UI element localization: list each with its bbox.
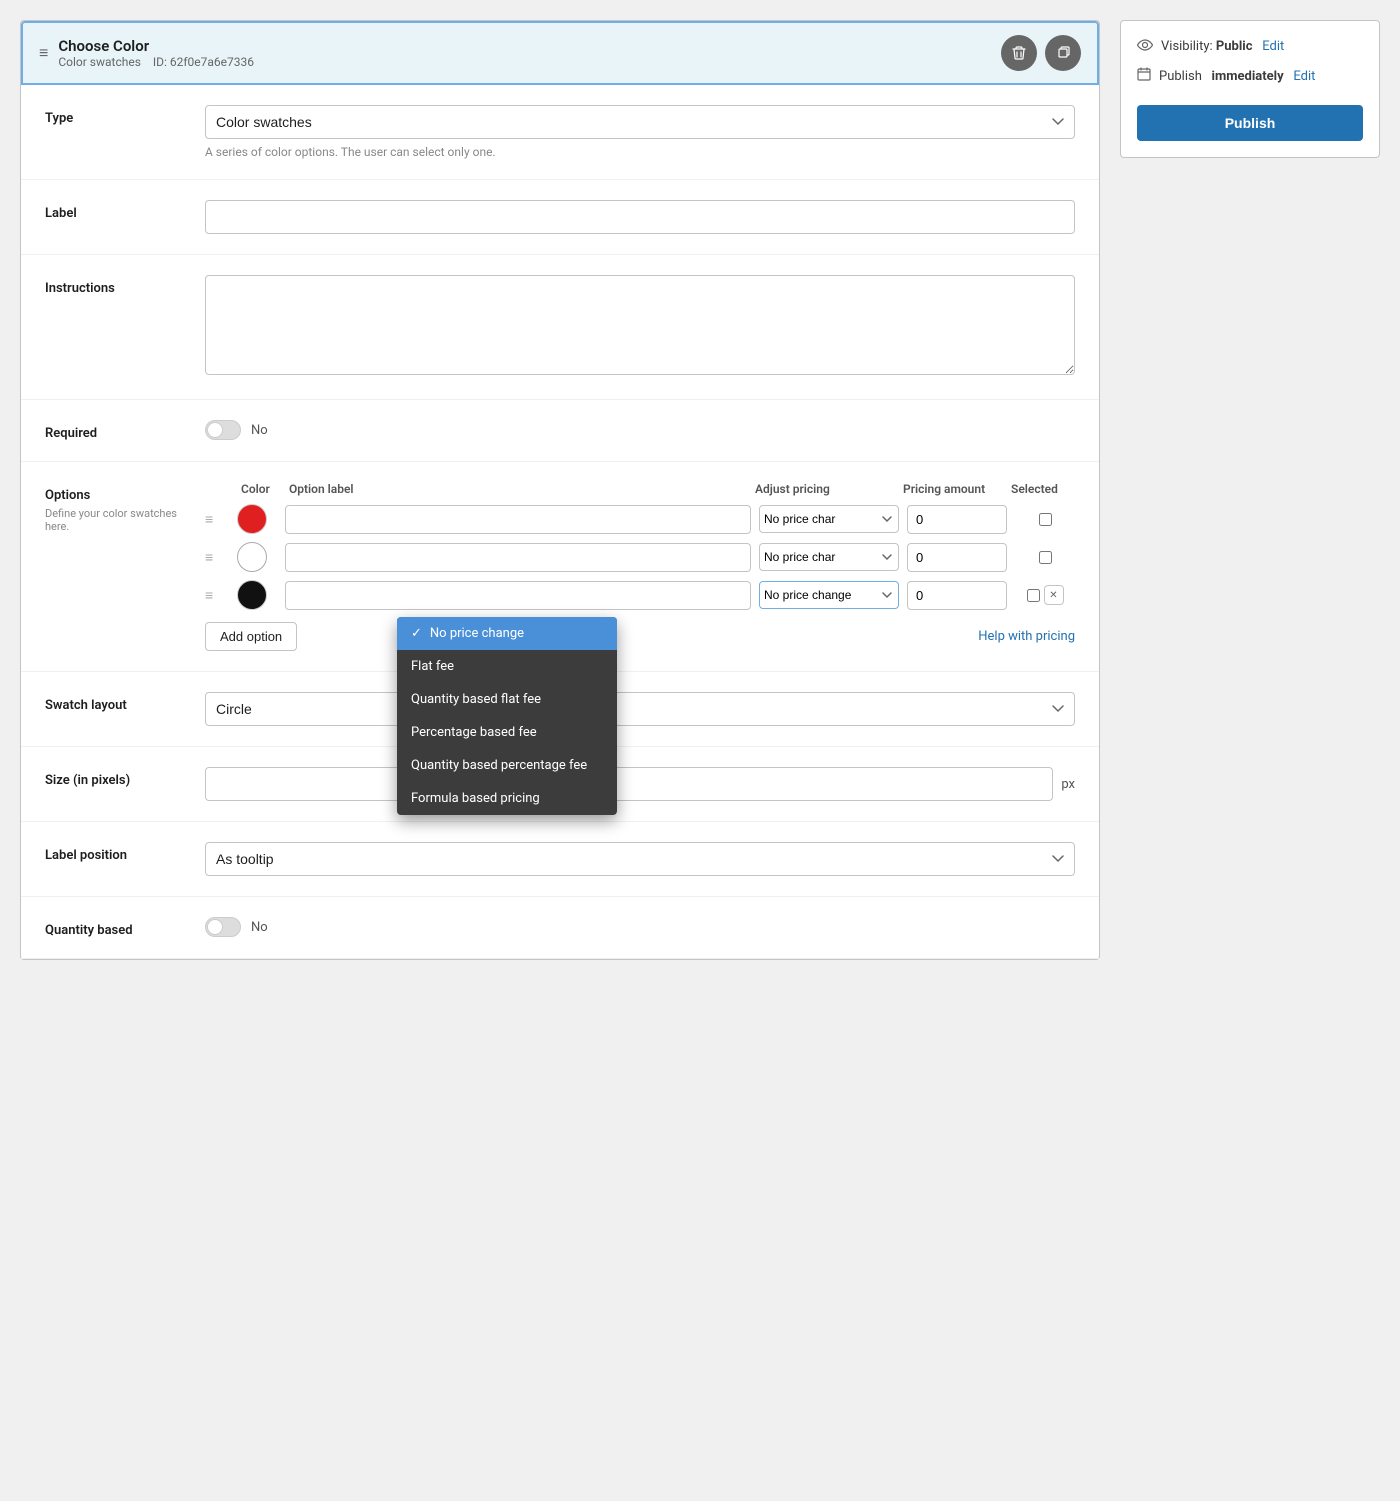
label-position-control: As tooltip xyxy=(205,842,1075,876)
publish-button[interactable]: Publish xyxy=(1137,105,1363,141)
quantity-based-control: No xyxy=(205,917,1075,937)
options-control: Color Option label Adjust pricing Pricin… xyxy=(205,482,1075,651)
type-hint: A series of color options. The user can … xyxy=(205,145,1075,159)
size-input[interactable]: 30 xyxy=(205,767,1053,801)
publish-timing-label: Publish immediately Edit xyxy=(1159,69,1315,84)
options-hint: Define your color swatches here. xyxy=(45,507,185,533)
options-header: Color Option label Adjust pricing Pricin… xyxy=(205,482,1075,496)
dropdown-item-formula[interactable]: Formula based pricing xyxy=(397,782,617,815)
pricing-select-3[interactable]: No price change xyxy=(759,581,899,609)
size-unit: px xyxy=(1061,777,1075,792)
duplicate-button[interactable] xyxy=(1045,35,1081,71)
label-position-select[interactable]: As tooltip xyxy=(205,842,1075,876)
options-row: Options Define your color swatches here.… xyxy=(21,462,1099,672)
swatch-layout-label: Swatch layout xyxy=(45,692,185,713)
color-swatch-1[interactable] xyxy=(237,504,267,534)
option-row-2: ≡ No price char xyxy=(205,542,1075,572)
visibility-edit-link[interactable]: Edit xyxy=(1262,39,1284,54)
label-input[interactable]: Choose Color xyxy=(205,200,1075,234)
drag-handle-2[interactable]: ≡ xyxy=(205,549,229,566)
label-label: Label xyxy=(45,200,185,221)
size-label: Size (in pixels) xyxy=(45,767,185,788)
pricing-amount-2[interactable] xyxy=(907,543,1007,572)
selected-checkbox-3[interactable] xyxy=(1027,589,1040,602)
dropdown-item-qty-pct[interactable]: Quantity based percentage fee xyxy=(397,749,617,782)
required-toggle-label: No xyxy=(251,423,268,438)
pricing-dropdown: ✓ No price change Flat fee Quantity base… xyxy=(397,617,617,815)
delete-button[interactable] xyxy=(1001,35,1037,71)
required-toggle-knob xyxy=(207,422,223,438)
col-pricing-amount: Pricing amount xyxy=(903,482,1003,496)
visibility-row: Visibility: Public Edit xyxy=(1137,37,1363,55)
instructions-textarea[interactable] xyxy=(205,275,1075,375)
quantity-based-row: Quantity based No xyxy=(21,897,1099,959)
required-row: Required No xyxy=(21,400,1099,462)
type-select[interactable]: Color swatches xyxy=(205,105,1075,139)
dropdown-item-no-price-change[interactable]: ✓ No price change xyxy=(397,617,617,650)
field-header: ≡ Choose Color Color swatches ID: 62f0e7… xyxy=(21,21,1099,85)
swatch-layout-control: Circle xyxy=(205,692,1075,726)
dropdown-item-flat-fee[interactable]: Flat fee xyxy=(397,650,617,683)
publish-card: Visibility: Public Edit Publish xyxy=(1120,20,1380,158)
color-swatch-2[interactable] xyxy=(237,542,267,572)
dropdown-item-pct-fee[interactable]: Percentage based fee xyxy=(397,716,617,749)
instructions-row: Instructions xyxy=(21,255,1099,400)
label-control: Choose Color xyxy=(205,200,1075,234)
quantity-based-toggle-knob xyxy=(207,919,223,935)
label-position-row: Label position As tooltip xyxy=(21,822,1099,897)
publish-edit-link[interactable]: Edit xyxy=(1293,69,1315,84)
option-row-1: ≡ No price char xyxy=(205,504,1075,534)
pricing-amount-3[interactable] xyxy=(907,581,1007,610)
selected-checkbox-2[interactable] xyxy=(1039,551,1052,564)
size-control: 30 px xyxy=(205,767,1075,801)
col-color: Color xyxy=(241,482,281,496)
dropdown-item-qty-flat[interactable]: Quantity based flat fee xyxy=(397,683,617,716)
quantity-based-toggle-label: No xyxy=(251,920,268,935)
type-control: Color swatches A series of color options… xyxy=(205,105,1075,159)
drag-handle-1[interactable]: ≡ xyxy=(205,511,229,528)
col-adjust-pricing: Adjust pricing xyxy=(755,482,895,496)
pricing-select-2[interactable]: No price char xyxy=(759,543,899,571)
option-row-3: ≡ No price change ✕ xyxy=(205,580,1075,610)
label-position-label: Label position xyxy=(45,842,185,863)
quantity-based-toggle[interactable] xyxy=(205,917,241,937)
options-label: Options Define your color swatches here. xyxy=(45,482,185,533)
instructions-label: Instructions xyxy=(45,275,185,296)
options-actions: Add option Help with pricing xyxy=(205,622,1075,651)
help-pricing-link[interactable]: Help with pricing xyxy=(978,629,1075,644)
required-control: No xyxy=(205,420,1075,440)
col-selected: Selected xyxy=(1011,482,1071,496)
selected-checkbox-1[interactable] xyxy=(1039,513,1052,526)
calendar-icon xyxy=(1137,67,1151,85)
required-toggle[interactable] xyxy=(205,420,241,440)
side-panel: Visibility: Public Edit Publish xyxy=(1120,20,1380,960)
pricing-select-1[interactable]: No price char xyxy=(759,505,899,533)
drag-handle-icon[interactable]: ≡ xyxy=(39,43,48,63)
color-swatch-3[interactable] xyxy=(237,580,267,610)
label-row: Label Choose Color xyxy=(21,180,1099,255)
publish-timing-row: Publish immediately Edit xyxy=(1137,67,1363,85)
swatch-layout-select[interactable]: Circle xyxy=(205,692,1075,726)
option-label-input-2[interactable] xyxy=(285,543,751,572)
col-option-label: Option label xyxy=(289,482,747,496)
field-subtitle: Color swatches ID: 62f0e7a6e7336 xyxy=(58,55,254,69)
pricing-amount-1[interactable] xyxy=(907,505,1007,534)
add-option-button[interactable]: Add option xyxy=(205,622,297,651)
option-label-input-1[interactable] xyxy=(285,505,751,534)
visibility-icon xyxy=(1137,37,1153,55)
field-title: Choose Color xyxy=(58,37,254,55)
instructions-control xyxy=(205,275,1075,379)
delete-option-3[interactable]: ✕ xyxy=(1044,585,1064,605)
required-label: Required xyxy=(45,420,185,441)
visibility-label: Visibility: Public Edit xyxy=(1161,39,1284,54)
type-row: Type Color swatches A series of color op… xyxy=(21,85,1099,180)
quantity-based-label: Quantity based xyxy=(45,917,185,938)
option-label-input-3[interactable] xyxy=(285,581,751,610)
type-label: Type xyxy=(45,105,185,126)
drag-handle-3[interactable]: ≡ xyxy=(205,587,229,604)
